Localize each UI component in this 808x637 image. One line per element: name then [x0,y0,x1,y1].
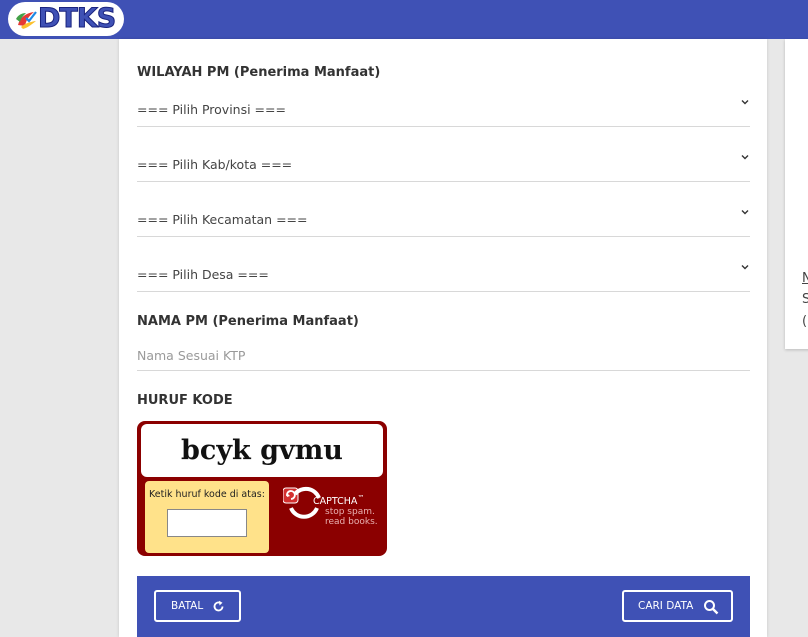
recaptcha-tagline-2: read books. [325,517,378,527]
kecamatan-select[interactable]: === Pilih Kecamatan === [137,207,750,237]
nama-input[interactable] [137,340,750,371]
captcha-image: bcyk gvmu [141,424,383,477]
captcha-entry-panel: Ketik huruf kode di atas: [145,481,269,553]
side-info-text-2: ( [802,314,808,329]
kabkota-select-value: === Pilih Kab/kota === [137,157,293,172]
provinsi-select[interactable]: === Pilih Provinsi === [137,97,750,127]
logo-text: DTKS [37,3,116,35]
recaptcha-tm: ™ [357,494,365,502]
dtks-logo-icon [16,11,37,29]
recaptcha-brand: CAPTCHA™ [313,494,364,507]
batal-button[interactable]: BATAL [154,590,241,622]
form-actions-bar: BATAL CARI DATA [137,576,750,637]
chevron-down-icon [741,100,749,105]
recaptcha-brand-text: CAPTCHA [313,496,358,508]
kabkota-select[interactable]: === Pilih Kab/kota === [137,152,750,182]
side-info-link[interactable]: N [802,271,808,286]
provinsi-select-value: === Pilih Provinsi === [137,102,286,117]
search-icon [704,600,719,615]
refresh-icon [213,600,224,612]
kode-label: HURUF KODE [137,393,233,408]
desa-select[interactable]: === Pilih Desa === [137,262,750,292]
wilayah-label: WILAYAH PM (Penerima Manfaat) [137,65,381,80]
captcha-widget: bcyk gvmu Ketik huruf kode di atas: CAPT… [137,421,387,556]
batal-button-label: BATAL [171,600,204,612]
captcha-entry-label: Ketik huruf kode di atas: [149,489,265,500]
cari-data-button[interactable]: CARI DATA [622,590,733,622]
captcha-word: bcyk gvmu [181,435,343,466]
chevron-down-icon [741,265,749,270]
nama-label: NAMA PM (Penerima Manfaat) [137,314,359,329]
recaptcha-tagline-1: stop spam. [325,507,375,517]
recaptcha-tagline: stop spam. read books. [325,507,378,527]
side-info-text: S [802,292,808,307]
dtks-logo[interactable]: DTKS [8,2,124,36]
chevron-down-icon [741,210,749,215]
desa-select-value: === Pilih Desa === [137,267,269,282]
cari-data-button-label: CARI DATA [638,600,694,612]
captcha-input[interactable] [167,509,247,537]
top-navbar: DTKS [0,0,808,39]
kecamatan-select-value: === Pilih Kecamatan === [137,212,308,227]
chevron-down-icon [741,155,749,160]
